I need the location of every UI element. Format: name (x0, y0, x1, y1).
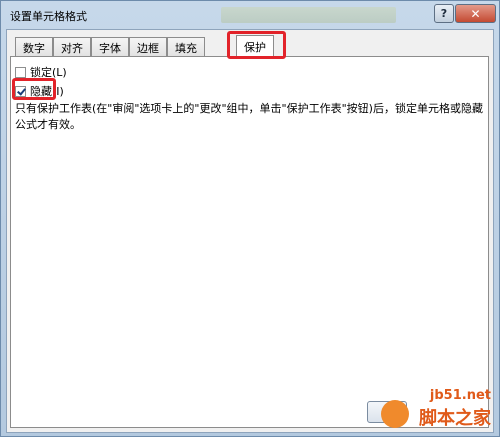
dialog-title: 设置单元格格式 (10, 10, 87, 23)
tab-fill[interactable]: 填充 (167, 37, 205, 57)
watermark-url: jb51.net (429, 388, 491, 403)
close-button[interactable]: ✕ (455, 4, 496, 23)
help-icon: ? (440, 7, 448, 20)
help-button[interactable]: ? (434, 4, 454, 23)
protection-panel: 锁定(L) 隐藏(I) 只有保护工作表(在"审阅"选项卡上的"更改"组中，单击"… (10, 56, 489, 428)
tab-number[interactable]: 数字 (15, 37, 53, 57)
close-icon: ✕ (470, 6, 481, 21)
blurred-background-strip (221, 7, 396, 23)
watermark-name: 脚本之家 (419, 408, 491, 429)
tab-border[interactable]: 边框 (129, 37, 167, 57)
protection-description: 只有保护工作表(在"审阅"选项卡上的"更改"组中，单击"保护工作表"按钮)后，锁… (15, 102, 483, 131)
format-cells-dialog: 设置单元格格式 ? ✕ 数字 对齐 字体 边框 填充 保护 锁定(L) 隐藏(I… (0, 0, 500, 437)
dialog-body: 数字 对齐 字体 边框 填充 保护 锁定(L) 隐藏(I) 只有保护工作表(在"… (6, 29, 494, 433)
locked-checkbox[interactable] (15, 66, 26, 78)
hidden-option-highlight (12, 78, 56, 100)
tab-alignment[interactable]: 对齐 (53, 37, 91, 57)
title-bar[interactable]: 设置单元格格式 ? ✕ (1, 1, 499, 29)
protection-tab-highlight (227, 31, 286, 59)
site-watermark: jb51.net 脚本之家 (381, 388, 493, 430)
tab-font[interactable]: 字体 (91, 37, 129, 57)
watermark-logo-icon (381, 400, 409, 428)
